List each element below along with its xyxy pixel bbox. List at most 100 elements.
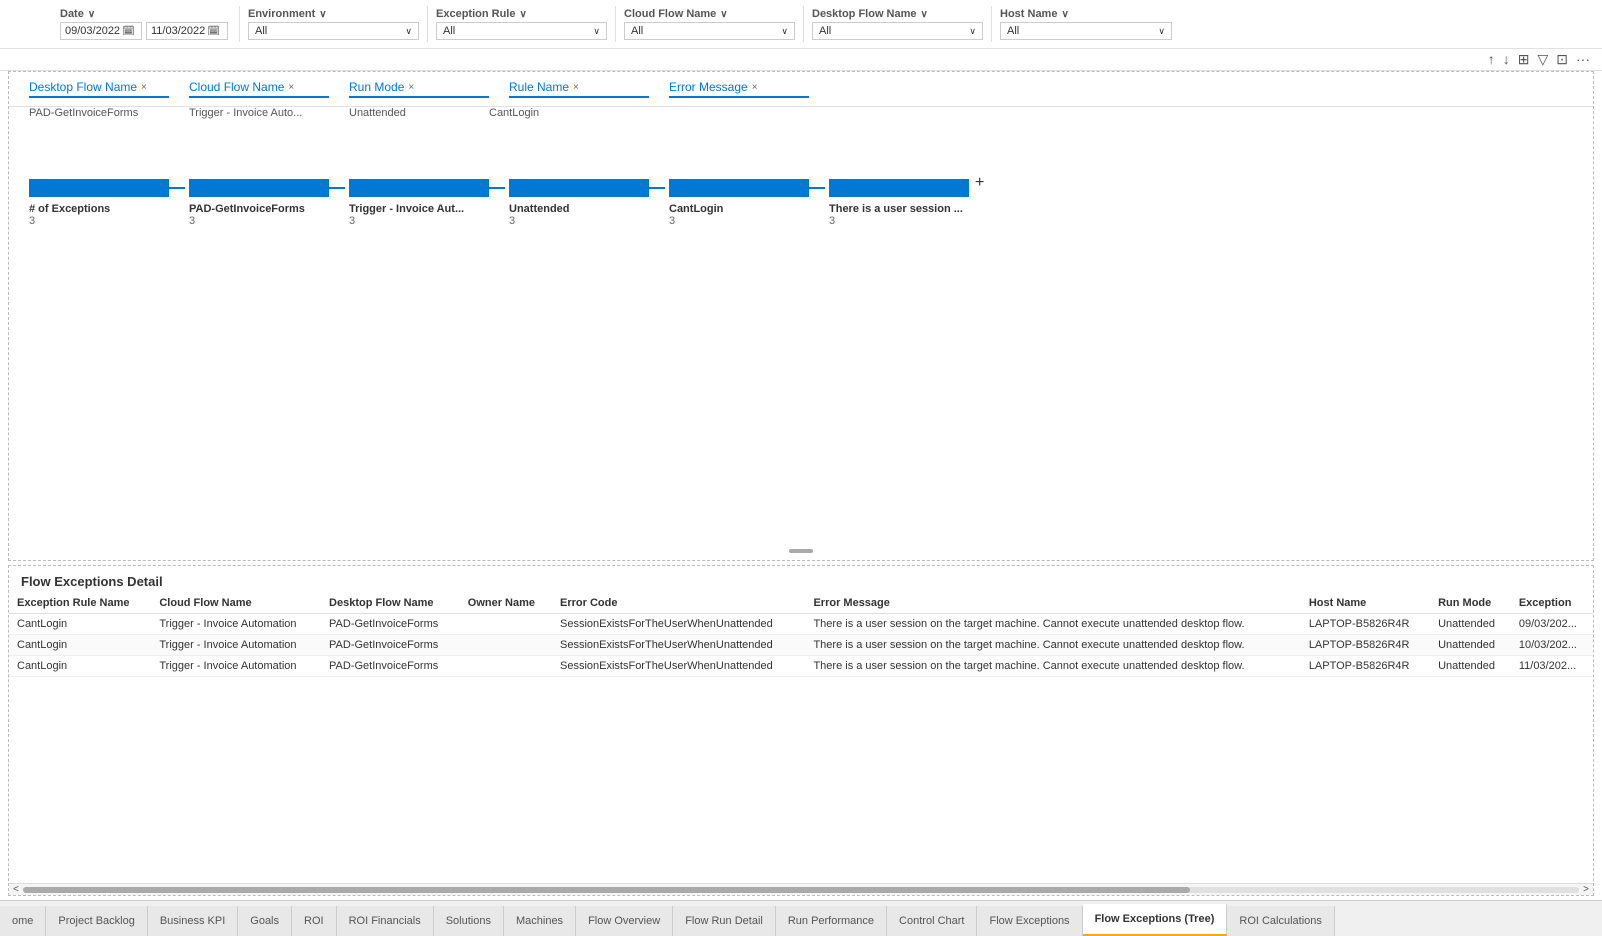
tab-business-kpi[interactable]: Business KPI <box>148 906 238 936</box>
th-run-mode: Run Mode <box>1430 593 1511 614</box>
tab-goals[interactable]: Goals <box>238 906 292 936</box>
h-thumb[interactable] <box>23 887 1190 893</box>
sort-asc-icon[interactable]: ↑ <box>1488 51 1495 68</box>
th-exception-rule: Exception Rule Name <box>9 593 151 614</box>
td-host-name-1: LAPTOP-B5826R4R <box>1301 635 1430 656</box>
table-wrapper[interactable]: Exception Rule Name Cloud Flow Name Desk… <box>9 593 1593 883</box>
run-mode-col-header[interactable]: Run Mode × <box>349 80 489 98</box>
export-icon[interactable]: ⊡ <box>1556 51 1568 68</box>
bar-exceptions-count: 3 <box>29 215 189 227</box>
bar-cloud-flow: Trigger - Invoice Aut... 3 <box>349 179 509 227</box>
filter-host-name-group: Host Name ∨ All ∨ <box>1000 6 1180 42</box>
bar-exceptions-strip[interactable] <box>29 179 169 197</box>
desktop-flow-dropdown[interactable]: All ∨ <box>812 22 983 40</box>
desktop-flow-close-icon[interactable]: × <box>141 82 147 93</box>
th-cloud-flow: Cloud Flow Name <box>151 593 321 614</box>
toolbar-icons: ↑ ↓ ⊞ ▽ ⊡ ··· <box>0 49 1602 71</box>
scroll-handle[interactable] <box>789 549 813 553</box>
cloud-flow-col-header[interactable]: Cloud Flow Name × <box>189 80 329 98</box>
filter-icon[interactable]: ▽ <box>1537 51 1548 68</box>
date-from-input[interactable]: 09/03/2022 🗓 <box>60 22 142 40</box>
tab-machines[interactable]: Machines <box>504 906 576 936</box>
scroll-right-arrow[interactable]: > <box>1583 884 1589 895</box>
bars-area: # of Exceptions 3 PAD-GetInvoiceForms 3 … <box>9 119 1593 538</box>
td-cloud-flow-0: Trigger - Invoice Automation <box>151 614 321 635</box>
table-row: CantLogin Trigger - Invoice Automation P… <box>9 635 1593 656</box>
bar-rule-name-strip[interactable] <box>669 179 809 197</box>
more-options-icon[interactable]: ··· <box>1576 51 1590 68</box>
tab-flow-overview[interactable]: Flow Overview <box>576 906 673 936</box>
tab-roi-financials[interactable]: ROI Financials <box>337 906 434 936</box>
date-filter-value: 09/03/2022 🗓 11/03/2022 🗓 <box>60 22 231 40</box>
bar-rule-name-label: CantLogin <box>669 203 829 215</box>
desktop-flow-col-header[interactable]: Desktop Flow Name × <box>29 80 169 98</box>
rule-name-close-icon[interactable]: × <box>573 82 579 93</box>
th-desktop-flow: Desktop Flow Name <box>321 593 460 614</box>
td-error-code-0: SessionExistsForTheUserWhenUnattended <box>552 614 805 635</box>
desktop-flow-arrow-icon: ∨ <box>969 26 976 37</box>
error-message-value <box>629 107 769 119</box>
tab-project-backlog[interactable]: Project Backlog <box>46 906 147 936</box>
date-to-input[interactable]: 11/03/2022 🗓 <box>146 22 228 40</box>
sort-desc-icon[interactable]: ↓ <box>1503 51 1510 68</box>
tab-roi[interactable]: ROI <box>292 906 337 936</box>
upper-scroll-indicator <box>9 538 1593 560</box>
td-exception-2: 11/03/202... <box>1511 656 1593 677</box>
exception-rule-dropdown[interactable]: All ∨ <box>436 22 607 40</box>
run-mode-close-icon[interactable]: × <box>408 82 414 93</box>
bar-desktop-flow-strip[interactable] <box>189 179 329 197</box>
column-headers-area: Desktop Flow Name × Cloud Flow Name × Ru… <box>9 72 1593 107</box>
hierarchy-icon[interactable]: ⊞ <box>1518 51 1530 68</box>
bar-cloud-flow-strip[interactable] <box>349 179 489 197</box>
tab-control-chart[interactable]: Control Chart <box>887 906 977 936</box>
calendar-to-icon[interactable]: 🗓 <box>207 26 220 37</box>
bar-connector-2 <box>329 187 345 189</box>
tab-flow-exceptions[interactable]: Flow Exceptions <box>977 906 1082 936</box>
td-run-mode-1: Unattended <box>1430 635 1511 656</box>
tab-flow-run-detail[interactable]: Flow Run Detail <box>673 906 776 936</box>
tab-run-performance[interactable]: Run Performance <box>776 906 887 936</box>
td-desktop-flow-0: PAD-GetInvoiceForms <box>321 614 460 635</box>
run-mode-value: Unattended <box>349 107 489 119</box>
td-host-name-2: LAPTOP-B5826R4R <box>1301 656 1430 677</box>
cloud-flow-arrow-icon: ∨ <box>781 26 788 37</box>
tab-home[interactable]: ome <box>0 906 46 936</box>
error-message-col-header[interactable]: Error Message × <box>669 80 809 98</box>
rule-name-value: CantLogin <box>489 107 629 119</box>
th-error-code: Error Code <box>552 593 805 614</box>
host-name-dropdown[interactable]: All ∨ <box>1000 22 1172 40</box>
td-error-message-0: There is a user session on the target ma… <box>805 614 1300 635</box>
cloud-flow-dropdown[interactable]: All ∨ <box>624 22 795 40</box>
exception-rule-caret-icon: ∨ <box>519 9 526 20</box>
filter-bar: Date ∨ 09/03/2022 🗓 11/03/2022 🗓 <box>0 0 1602 49</box>
bar-error-strip[interactable] <box>829 179 969 197</box>
host-name-caret-icon: ∨ <box>1061 9 1068 20</box>
environment-dropdown[interactable]: All ∨ <box>248 22 419 40</box>
calendar-from-icon[interactable]: 🗓 <box>122 26 135 37</box>
scroll-left-arrow[interactable]: < <box>13 884 19 895</box>
bar-run-mode-count: 3 <box>509 215 669 227</box>
cloud-flow-close-icon[interactable]: × <box>288 82 294 93</box>
host-name-arrow-icon: ∨ <box>1158 26 1165 37</box>
td-exception-rule-2: CantLogin <box>9 656 151 677</box>
bar-cloud-flow-count: 3 <box>349 215 509 227</box>
filter-cloud-flow-group: Cloud Flow Name ∨ All ∨ <box>624 6 804 42</box>
td-owner-0 <box>460 614 552 635</box>
td-owner-1 <box>460 635 552 656</box>
page-wrapper: Date ∨ 09/03/2022 🗓 11/03/2022 🗓 <box>0 0 1602 936</box>
desktop-flow-caret-icon: ∨ <box>921 9 928 20</box>
bottom-tabs: ome Project Backlog Business KPI Goals R… <box>0 900 1602 936</box>
filter-date-group: Date ∨ 09/03/2022 🗓 11/03/2022 🗓 <box>60 6 240 42</box>
tab-solutions[interactable]: Solutions <box>434 906 504 936</box>
tab-flow-exceptions-tree[interactable]: Flow Exceptions (Tree) <box>1083 904 1228 936</box>
td-exception-rule-0: CantLogin <box>9 614 151 635</box>
h-scrollbar[interactable]: < > <box>9 883 1593 895</box>
table-row: CantLogin Trigger - Invoice Automation P… <box>9 656 1593 677</box>
bar-run-mode-strip[interactable] <box>509 179 649 197</box>
rule-name-col-header[interactable]: Rule Name × <box>509 80 649 98</box>
tab-roi-calculations[interactable]: ROI Calculations <box>1227 906 1335 936</box>
error-message-close-icon[interactable]: × <box>752 82 758 93</box>
add-column-button[interactable]: + <box>975 174 984 192</box>
detail-section-title: Flow Exceptions Detail <box>9 566 1593 593</box>
td-cloud-flow-1: Trigger - Invoice Automation <box>151 635 321 656</box>
